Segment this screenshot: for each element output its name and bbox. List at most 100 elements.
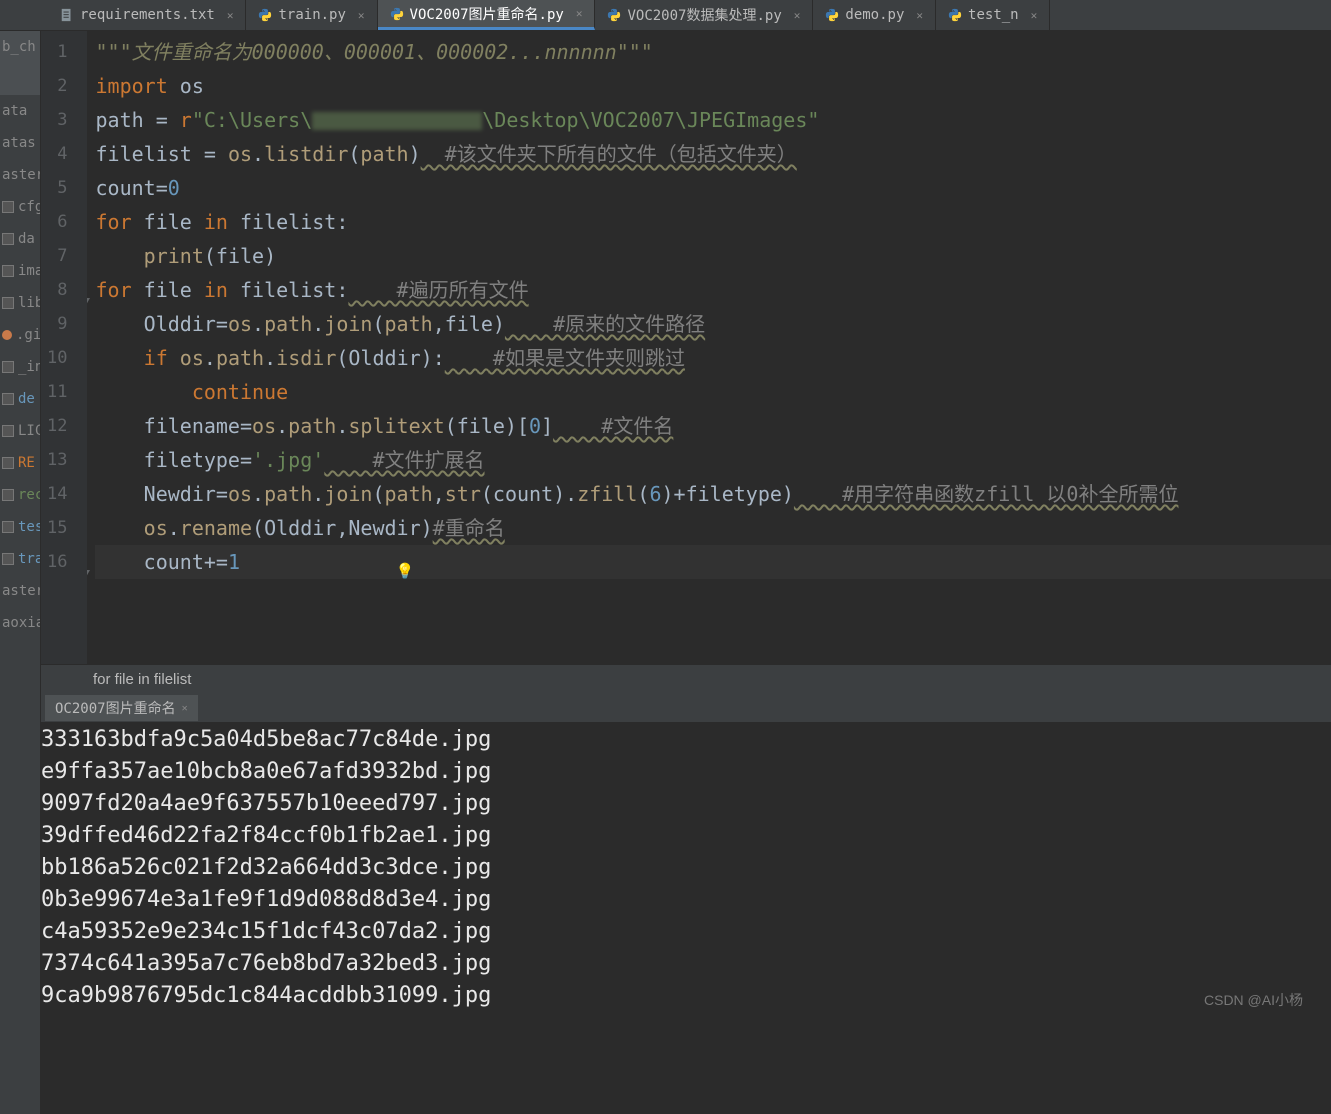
sidebar-item[interactable]: rec [0,479,40,511]
line-number: 13 [47,443,67,477]
console-output[interactable]: 333163bdfa9c5a04d5be8ac77c84de.jpge9ffa3… [41,722,1331,1114]
sidebar-item[interactable]: aoxia [0,607,40,639]
tab-label: train.py [278,7,345,23]
code-line-8[interactable]: for file in filelist: #遍历所有文件 [95,273,1331,307]
tab-train-py[interactable]: train.py ✕ [246,0,377,30]
tab-VOC2007-py[interactable]: VOC2007数据集处理.py ✕ [595,0,813,30]
line-number: 10 [47,341,67,375]
file-icon [60,8,74,22]
close-icon[interactable]: ✕ [576,7,583,20]
run-tabs-bar: OC2007图片重命名 ✕ [41,694,1331,722]
line-number: 5 [47,171,67,205]
fold-icon[interactable] [87,555,91,565]
code-line-9[interactable]: Olddir=os.path.join(path,file) #原来的文件路径 [95,307,1331,341]
line-gutter: 12345678910111213141516 [41,31,87,664]
watermark: CSDN @AI小杨 [1204,990,1303,1010]
tab-label: demo.py [845,7,904,23]
sidebar-item[interactable]: LIC [0,415,40,447]
code-line-15[interactable]: os.rename(Olddir,Newdir)#重命名 [95,511,1331,545]
intention-bulb-icon[interactable]: 💡 [395,554,414,588]
code-line-13[interactable]: filetype='.jpg' #文件扩展名 [95,443,1331,477]
console-line: 39dffed46d22fa2f84ccf0b1fb2ae1.jpg [41,820,1331,852]
line-number: 8 [47,273,67,307]
code-area[interactable]: """文件重命名为000000、000001、000002...nnnnnn""… [87,31,1331,664]
code-line-4[interactable]: filelist = os.listdir(path) #该文件夹下所有的文件（… [95,137,1331,171]
line-number: 12 [47,409,67,443]
close-icon[interactable]: ✕ [227,9,234,22]
python-icon [948,8,962,22]
sidebar-item[interactable]: da [0,223,40,255]
close-icon[interactable]: ✕ [1031,9,1038,22]
code-line-7[interactable]: print(file) [95,239,1331,273]
code-line-3[interactable]: path = r"C:\Users\\Desktop\VOC2007\JPEGI… [95,103,1331,137]
sidebar-item[interactable]: RE [0,447,40,479]
code-line-12[interactable]: filename=os.path.splitext(file)[0] #文件名 [95,409,1331,443]
main-split: b_chataatasastercfgdaimalib.gi_indeLICRE… [0,31,1331,1114]
tab-bar: requirements.txt✕train.py✕VOC2007图片重命名.p… [0,0,1331,31]
tab-demo-py[interactable]: demo.py ✕ [813,0,936,30]
python-icon [390,7,404,21]
line-number: 16 [47,545,67,579]
fold-icon[interactable] [87,283,91,293]
tab-label: requirements.txt [80,7,215,23]
line-number: 2 [47,69,67,103]
code-line-5[interactable]: count=0 [95,171,1331,205]
sidebar-item[interactable]: lib [0,287,40,319]
code-editor[interactable]: 12345678910111213141516 """文件重命名为000000、… [41,31,1331,664]
code-line-1[interactable]: """文件重命名为000000、000001、000002...nnnnnn""… [95,35,1331,69]
console-line: 7374c641a395a7c76eb8bd7a32bed3.jpg [41,948,1331,980]
console-line: 9ca9b9876795dc1c844acddbb31099.jpg [41,980,1331,1012]
sidebar-item[interactable] [0,63,40,95]
tab-VOC2007-py[interactable]: VOC2007图片重命名.py✕ [378,0,596,30]
run-pane: OC2007图片重命名 ✕ 333163bdfa9c5a04d5be8ac77c… [41,693,1331,1114]
line-number: 4 [47,137,67,171]
console-line: 333163bdfa9c5a04d5be8ac77c84de.jpg [41,724,1331,756]
code-line-6[interactable]: for file in filelist: [95,205,1331,239]
line-number: 14 [47,477,67,511]
run-tab-label: OC2007图片重命名 [55,698,176,718]
sidebar-item[interactable]: aster [0,575,40,607]
line-number: 7 [47,239,67,273]
python-icon [825,8,839,22]
sidebar-item[interactable]: .gi [0,319,40,351]
code-line-2[interactable]: import os [95,69,1331,103]
sidebar-item[interactable]: cfg [0,191,40,223]
console-line: c4a59352e9e234c15f1dcf43c07da2.jpg [41,916,1331,948]
console-line: 9097fd20a4ae9f637557b10eeed797.jpg [41,788,1331,820]
code-line-11[interactable]: continue [95,375,1331,409]
sidebar-item[interactable]: aster [0,159,40,191]
close-icon[interactable]: ✕ [182,703,188,714]
tab-requirements-txt[interactable]: requirements.txt ✕ [48,0,246,30]
sidebar-item[interactable]: ima [0,255,40,287]
breadcrumb[interactable]: for file in filelist [41,664,1331,693]
python-icon [258,8,272,22]
editor-column: 12345678910111213141516 """文件重命名为000000、… [41,31,1331,1114]
run-tab[interactable]: OC2007图片重命名 ✕ [45,695,198,721]
console-line: 0b3e99674e3a1fe9f1d9d088d8d3e4.jpg [41,884,1331,916]
line-number: 9 [47,307,67,341]
sidebar-item[interactable]: de [0,383,40,415]
line-number: 1 [47,35,67,69]
close-icon[interactable]: ✕ [794,9,801,22]
close-icon[interactable]: ✕ [358,9,365,22]
tab-label: test_n [968,7,1019,23]
breadcrumb-text: for file in filelist [93,671,191,688]
code-line-16[interactable]: count+=1💡 [95,545,1331,579]
sidebar-item[interactable]: atas [0,127,40,159]
code-line-14[interactable]: Newdir=os.path.join(path,str(count).zfil… [95,477,1331,511]
tab-label: VOC2007数据集处理.py [627,5,781,25]
python-icon [607,8,621,22]
console-line: e9ffa357ae10bcb8a0e67afd3932bd.jpg [41,756,1331,788]
line-number: 15 [47,511,67,545]
sidebar-item[interactable]: ata [0,95,40,127]
code-line-10[interactable]: if os.path.isdir(Olddir): #如果是文件夹则跳过 [95,341,1331,375]
sidebar-item[interactable]: tra [0,543,40,575]
line-number: 3 [47,103,67,137]
project-sidebar[interactable]: b_chataatasastercfgdaimalib.gi_indeLICRE… [0,31,41,1114]
tab-test_n[interactable]: test_n ✕ [936,0,1050,30]
sidebar-item[interactable]: tes [0,511,40,543]
close-icon[interactable]: ✕ [916,9,923,22]
sidebar-item[interactable]: b_ch [0,31,40,63]
sidebar-item[interactable]: _in [0,351,40,383]
console-line: bb186a526c021f2d32a664dd3c3dce.jpg [41,852,1331,884]
